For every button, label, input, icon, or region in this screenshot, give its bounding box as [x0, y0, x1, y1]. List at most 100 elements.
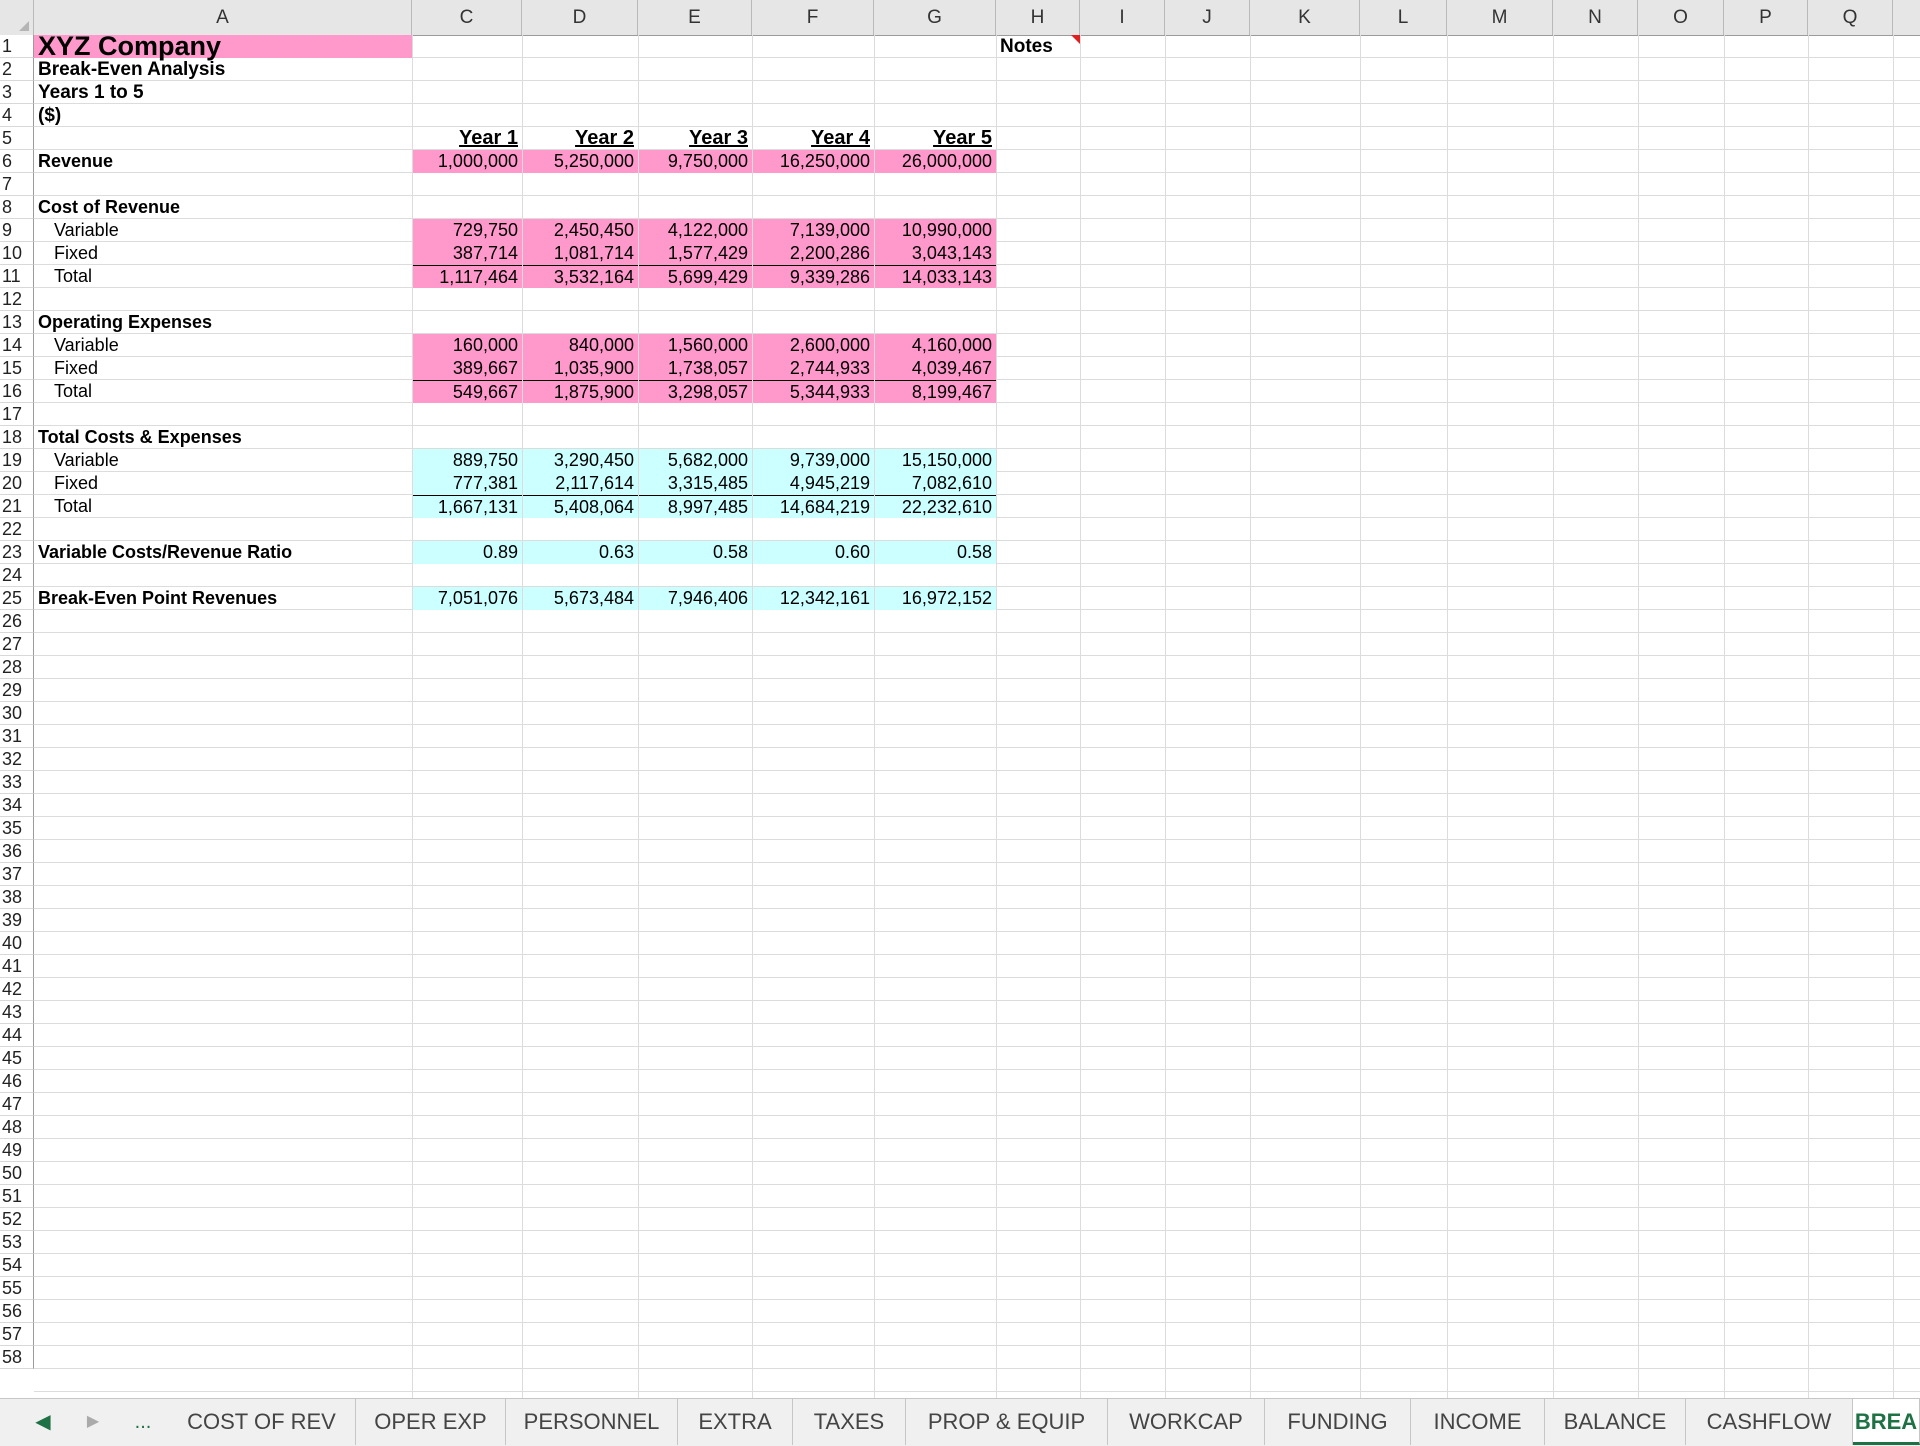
sheet-tab-taxes[interactable]: TAXES — [793, 1399, 906, 1445]
tc-fixed-value[interactable]: 7,082,610 — [874, 472, 996, 495]
row-header-53[interactable]: 53 — [0, 1231, 34, 1254]
tc-variable-value[interactable]: 889,750 — [412, 449, 522, 472]
row-header-33[interactable]: 33 — [0, 771, 34, 794]
revenue-value[interactable]: 9,750,000 — [638, 150, 752, 173]
row-header-39[interactable]: 39 — [0, 909, 34, 932]
cost-of-revenue-label[interactable]: Cost of Revenue — [34, 196, 412, 219]
row-header-10[interactable]: 10 — [0, 242, 34, 265]
breakeven-revenue-value[interactable]: 7,946,406 — [638, 587, 752, 610]
breakeven-revenue-value[interactable]: 12,342,161 — [752, 587, 874, 610]
column-header-i[interactable]: I — [1080, 0, 1165, 35]
opex-fixed-label[interactable]: Fixed — [34, 357, 412, 380]
row-header-4[interactable]: 4 — [0, 104, 34, 127]
row-header-31[interactable]: 31 — [0, 725, 34, 748]
row-header-1[interactable]: 1 — [0, 35, 34, 58]
row-header-42[interactable]: 42 — [0, 978, 34, 1001]
column-header-d[interactable]: D — [522, 0, 638, 35]
row-header-27[interactable]: 27 — [0, 633, 34, 656]
operating-expenses-label[interactable]: Operating Expenses — [34, 311, 412, 334]
variable-cost-ratio-value[interactable]: 0.89 — [412, 541, 522, 564]
tc-total-label[interactable]: Total — [34, 495, 412, 518]
revenue-value[interactable]: 5,250,000 — [522, 150, 638, 173]
sheet-tab-brea[interactable]: BREA — [1853, 1399, 1920, 1445]
tc-variable-value[interactable]: 15,150,000 — [874, 449, 996, 472]
cor-variable-value[interactable]: 4,122,000 — [638, 219, 752, 242]
spreadsheet-sheet[interactable]: ACDEFGHIJKLMNOPQ 1 2 3 4 5 6 7 8 9 10 11 12 13 14 15 16… — [0, 0, 1920, 1398]
tc-total-value[interactable]: 8,997,485 — [638, 495, 752, 518]
opex-fixed-value[interactable]: 1,035,900 — [522, 357, 638, 380]
row-header-5[interactable]: 5 — [0, 127, 34, 150]
column-header-l[interactable]: L — [1360, 0, 1447, 35]
opex-fixed-value[interactable]: 2,744,933 — [752, 357, 874, 380]
cor-variable-value[interactable]: 7,139,000 — [752, 219, 874, 242]
row-header-28[interactable]: 28 — [0, 656, 34, 679]
revenue-value[interactable]: 26,000,000 — [874, 150, 996, 173]
row-header-49[interactable]: 49 — [0, 1139, 34, 1162]
cor-variable-label[interactable]: Variable — [34, 219, 412, 242]
tab-scroll-left-icon[interactable]: ◀ — [28, 1399, 58, 1445]
year-header-5[interactable]: Year 5 — [874, 127, 996, 150]
column-header-q[interactable]: Q — [1808, 0, 1893, 35]
row-header-57[interactable]: 57 — [0, 1323, 34, 1346]
tc-variable-label[interactable]: Variable — [34, 449, 412, 472]
cor-total-value[interactable]: 5,699,429 — [638, 265, 752, 288]
opex-variable-value[interactable]: 160,000 — [412, 334, 522, 357]
row-header-3[interactable]: 3 — [0, 81, 34, 104]
subtitle-cell[interactable]: Break-Even Analysis — [34, 58, 412, 81]
row-header-24[interactable]: 24 — [0, 564, 34, 587]
column-header-e[interactable]: E — [638, 0, 752, 35]
cor-fixed-value[interactable]: 387,714 — [412, 242, 522, 265]
cor-variable-value[interactable]: 10,990,000 — [874, 219, 996, 242]
row-header-58[interactable]: 58 — [0, 1346, 34, 1369]
tc-variable-value[interactable]: 9,739,000 — [752, 449, 874, 472]
opex-total-value[interactable]: 549,667 — [412, 380, 522, 403]
tc-total-value[interactable]: 22,232,610 — [874, 495, 996, 518]
breakeven-revenue-label[interactable]: Break-Even Point Revenues — [34, 587, 412, 610]
sheet-tab-cost-of-rev[interactable]: COST OF REV — [168, 1399, 356, 1445]
variable-cost-ratio-value[interactable]: 0.63 — [522, 541, 638, 564]
year-header-2[interactable]: Year 2 — [522, 127, 638, 150]
breakeven-revenue-value[interactable]: 7,051,076 — [412, 587, 522, 610]
variable-cost-ratio-label[interactable]: Variable Costs/Revenue Ratio — [34, 541, 412, 564]
tc-fixed-value[interactable]: 3,315,485 — [638, 472, 752, 495]
row-header-14[interactable]: 14 — [0, 334, 34, 357]
row-header-11[interactable]: 11 — [0, 265, 34, 288]
sheet-tab-cashflow[interactable]: CASHFLOW — [1686, 1399, 1853, 1445]
units-cell[interactable]: ($) — [34, 104, 412, 127]
sheet-tab-oper-exp[interactable]: OPER EXP — [356, 1399, 506, 1445]
sheet-tab-personnel[interactable]: PERSONNEL — [506, 1399, 678, 1445]
cor-fixed-value[interactable]: 1,577,429 — [638, 242, 752, 265]
opex-variable-value[interactable]: 1,560,000 — [638, 334, 752, 357]
row-header-37[interactable]: 37 — [0, 863, 34, 886]
column-header-c[interactable]: C — [412, 0, 522, 35]
sheet-tab-funding[interactable]: FUNDING — [1265, 1399, 1411, 1445]
opex-total-value[interactable]: 8,199,467 — [874, 380, 996, 403]
row-header-18[interactable]: 18 — [0, 426, 34, 449]
period-cell[interactable]: Years 1 to 5 — [34, 81, 412, 104]
row-header-15[interactable]: 15 — [0, 357, 34, 380]
column-header-m[interactable]: M — [1447, 0, 1553, 35]
row-header-21[interactable]: 21 — [0, 495, 34, 518]
column-header-p[interactable]: P — [1724, 0, 1808, 35]
row-header-35[interactable]: 35 — [0, 817, 34, 840]
company-name-cell[interactable]: XYZ Company — [34, 33, 412, 60]
row-header-52[interactable]: 52 — [0, 1208, 34, 1231]
opex-variable-value[interactable]: 4,160,000 — [874, 334, 996, 357]
opex-total-value[interactable]: 1,875,900 — [522, 380, 638, 403]
cor-total-label[interactable]: Total — [34, 265, 412, 288]
row-header-45[interactable]: 45 — [0, 1047, 34, 1070]
row-header-29[interactable]: 29 — [0, 679, 34, 702]
tc-fixed-label[interactable]: Fixed — [34, 472, 412, 495]
row-header-56[interactable]: 56 — [0, 1300, 34, 1323]
column-header-h[interactable]: H — [996, 0, 1080, 35]
row-header-55[interactable]: 55 — [0, 1277, 34, 1300]
notes-header-cell[interactable]: Notes — [996, 35, 1080, 58]
tc-variable-value[interactable]: 3,290,450 — [522, 449, 638, 472]
row-header-36[interactable]: 36 — [0, 840, 34, 863]
row-header-8[interactable]: 8 — [0, 196, 34, 219]
row-header-2[interactable]: 2 — [0, 58, 34, 81]
opex-total-value[interactable]: 3,298,057 — [638, 380, 752, 403]
variable-cost-ratio-value[interactable]: 0.60 — [752, 541, 874, 564]
total-costs-label[interactable]: Total Costs & Expenses — [34, 426, 412, 449]
row-header-6[interactable]: 6 — [0, 150, 34, 173]
